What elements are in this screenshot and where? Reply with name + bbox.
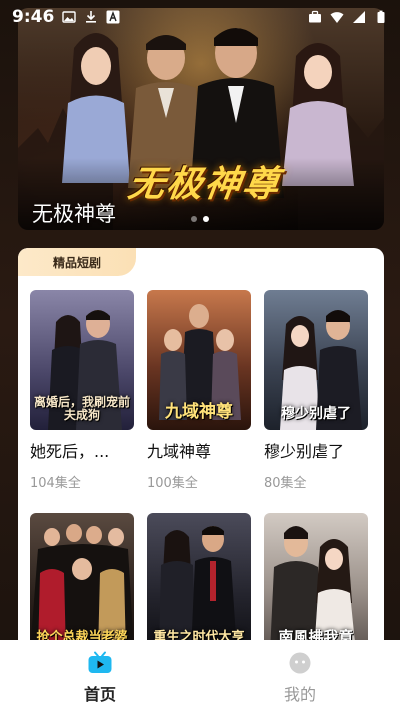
battery-icon: [377, 10, 385, 23]
status-right: [308, 10, 388, 24]
font-a-icon: [106, 10, 120, 24]
drama-card[interactable]: 离婚后，我刷宠前夫成狗 她死后，... 104集全: [30, 290, 134, 491]
status-time: 9:46: [12, 7, 55, 27]
tv-icon: [88, 651, 112, 673]
wifi-icon: [330, 12, 344, 23]
pagination-dot[interactable]: [191, 216, 197, 222]
poster-art: [159, 526, 237, 648]
poster-art: [30, 524, 134, 648]
premium-short-drama-section: 精品短剧 离婚后，我刷宠前夫成狗 她死后，... 104集全 九域神尊 九域神尊…: [18, 248, 384, 648]
drama-card[interactable]: 重生之时代大亨: [147, 513, 251, 648]
drama-card[interactable]: 南風拂我意: [264, 513, 368, 648]
drama-episodes: 80集全: [264, 476, 307, 491]
drama-name: 九域神尊: [147, 442, 212, 461]
drama-grid: 离婚后，我刷宠前夫成狗 她死后，... 104集全 九域神尊 九域神尊 100集…: [30, 290, 372, 648]
poster-title: 穆少别虐了: [281, 405, 351, 422]
drama-poster[interactable]: 抢个总裁当老婆: [30, 513, 134, 648]
smile-icon: [289, 652, 311, 673]
drama-poster[interactable]: 穆少别虐了: [264, 290, 368, 430]
drama-poster[interactable]: 九域神尊: [147, 290, 251, 430]
status-left: 9:46: [12, 7, 120, 27]
download-icon: [86, 11, 97, 23]
drama-poster[interactable]: 离婚后，我刷宠前夫成狗: [30, 290, 134, 430]
signal-icon: [353, 11, 365, 23]
drama-poster[interactable]: 南風拂我意: [264, 513, 368, 648]
poster-title: 离婚后，我刷宠前夫成狗: [33, 394, 130, 422]
drama-card[interactable]: 九域神尊 九域神尊 100集全: [147, 290, 251, 491]
drama-episodes: 100集全: [147, 476, 198, 491]
drama-card[interactable]: 抢个总裁当老婆: [30, 513, 134, 648]
nav-mine[interactable]: 我的: [200, 640, 400, 715]
poster-title: 九域神尊: [165, 402, 233, 423]
drama-card[interactable]: 穆少别虐了 穆少别虐了 80集全: [264, 290, 368, 491]
nav-mine-label: 我的: [283, 684, 316, 704]
section-tab-label: 精品短剧: [18, 248, 136, 276]
status-bar: 9:46: [0, 0, 400, 34]
drama-name: 她死后，...: [30, 442, 110, 461]
briefcase-icon: [309, 10, 321, 23]
bottom-nav: 首页 我的: [0, 640, 400, 715]
image-icon: [62, 11, 76, 23]
drama-name: 穆少别虐了: [264, 442, 345, 461]
banner-carousel[interactable]: 无极神尊 无极神尊: [18, 8, 384, 230]
nav-home[interactable]: 首页: [0, 640, 200, 715]
drama-episodes: 104集全: [30, 476, 81, 491]
drama-poster[interactable]: 重生之时代大亨: [147, 513, 251, 648]
pagination-dot-active[interactable]: [203, 216, 209, 222]
banner-caption: 无极神尊: [32, 202, 116, 226]
banner-title-art: 无极神尊: [125, 163, 284, 205]
nav-home-label: 首页: [83, 684, 116, 704]
banner-pagination: [191, 216, 209, 222]
